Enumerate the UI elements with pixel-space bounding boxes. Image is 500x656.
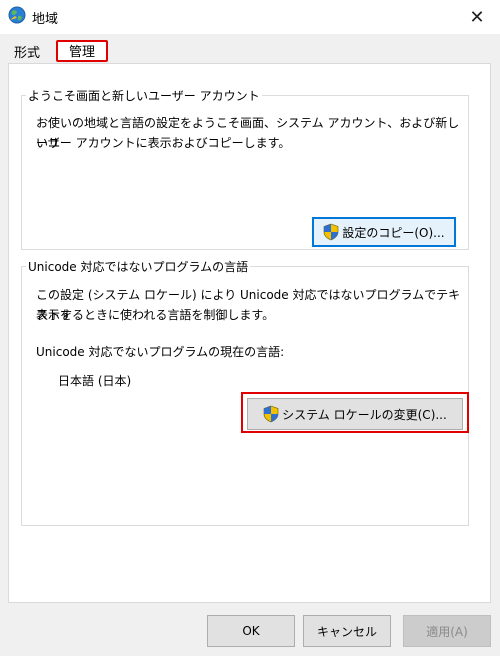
welcome-group-legend: ようこそ画面と新しいユーザー アカウント (26, 87, 262, 104)
tab-administrative[interactable]: 管理 (56, 40, 108, 62)
tab-format[interactable]: 形式 (12, 44, 42, 64)
window-title: 地域 (32, 12, 59, 27)
current-language-label: Unicode 対応でないプログラムの現在の言語: (36, 345, 285, 359)
change-system-locale-label: システム ロケールの変更(C)... (282, 407, 447, 422)
ok-button[interactable]: OK (207, 615, 295, 647)
current-language-value: 日本語 (日本) (58, 374, 132, 388)
title-bar: 地域 ✕ (0, 0, 500, 34)
close-button[interactable]: ✕ (454, 0, 500, 34)
non-unicode-language-group: Unicode 対応ではないプログラムの言語 この設定 (システム ロケール) … (21, 258, 469, 526)
welcome-description-line2: ーザー アカウントに表示およびコピーします。 (36, 136, 291, 150)
non-unicode-group-legend: Unicode 対応ではないプログラムの言語 (26, 258, 251, 275)
tab-panel: ようこそ画面と新しいユーザー アカウント お使いの地域と言語の設定をようこそ画面… (8, 63, 491, 603)
apply-button[interactable]: 適用(A) (403, 615, 491, 647)
globe-icon (8, 6, 26, 24)
copy-settings-label: 設定のコピー(O)... (342, 225, 445, 240)
change-system-locale-button[interactable]: システム ロケールの変更(C)... (247, 398, 463, 430)
welcome-screen-group: ようこそ画面と新しいユーザー アカウント お使いの地域と言語の設定をようこそ画面… (21, 87, 469, 250)
cancel-button[interactable]: キャンセル (303, 615, 391, 647)
copy-settings-button[interactable]: 設定のコピー(O)... (312, 217, 456, 247)
close-icon: ✕ (469, 6, 485, 28)
non-unicode-description-line2: 表示するときに使われる言語を制御します。 (36, 308, 275, 322)
uac-shield-icon (324, 223, 339, 241)
uac-shield-icon (263, 405, 279, 423)
